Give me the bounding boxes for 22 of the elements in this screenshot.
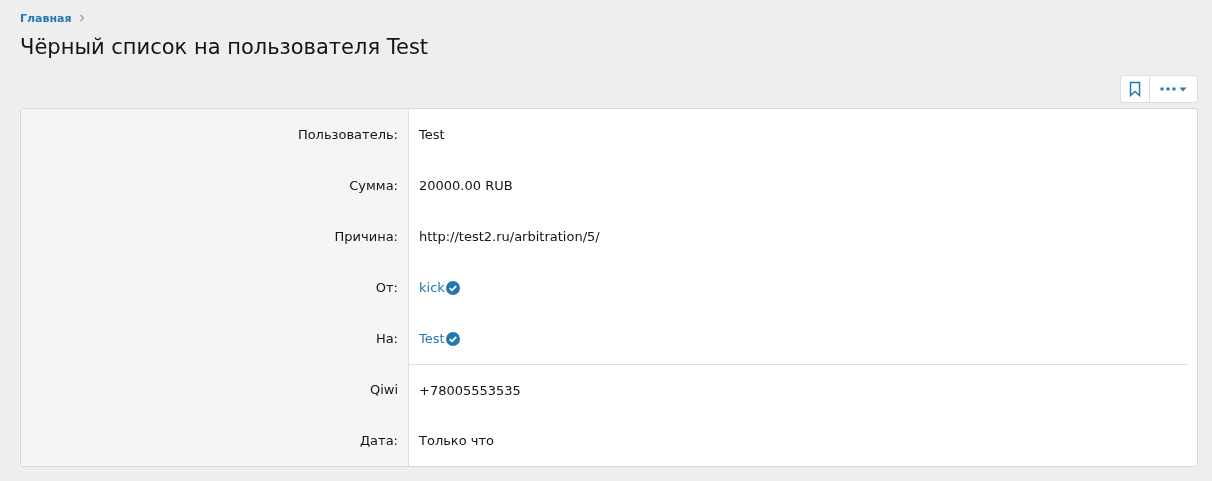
field-label: Причина:: [21, 211, 409, 262]
field-label: Qiwi: [21, 364, 409, 415]
verified-check-icon: [445, 331, 460, 346]
field-value: http://test2.ru/arbitration/5/: [419, 229, 600, 244]
field-value: Только что: [419, 433, 494, 448]
field-label: Сумма:: [21, 160, 409, 211]
chevron-right-icon: [77, 14, 86, 22]
field-label: Дата:: [21, 415, 409, 466]
field-value: +78005553535: [419, 382, 521, 398]
breadcrumb-link[interactable]: Главная: [20, 11, 72, 25]
caret-down-icon: [1179, 86, 1187, 92]
field-label: На:: [21, 313, 409, 364]
user-link[interactable]: Test: [419, 331, 445, 346]
field-value: Test: [419, 127, 445, 142]
page-title: Чёрный список на пользователя Test: [20, 35, 430, 59]
field-value: 20000.00 RUB: [419, 178, 513, 193]
field-label: От:: [21, 262, 409, 313]
bookmark-icon: [1129, 81, 1141, 97]
field-label: Пользователь:: [21, 109, 409, 160]
more-dots-icon: [1160, 87, 1176, 91]
verified-check-icon: [445, 280, 460, 295]
user-link[interactable]: kick: [419, 280, 445, 295]
